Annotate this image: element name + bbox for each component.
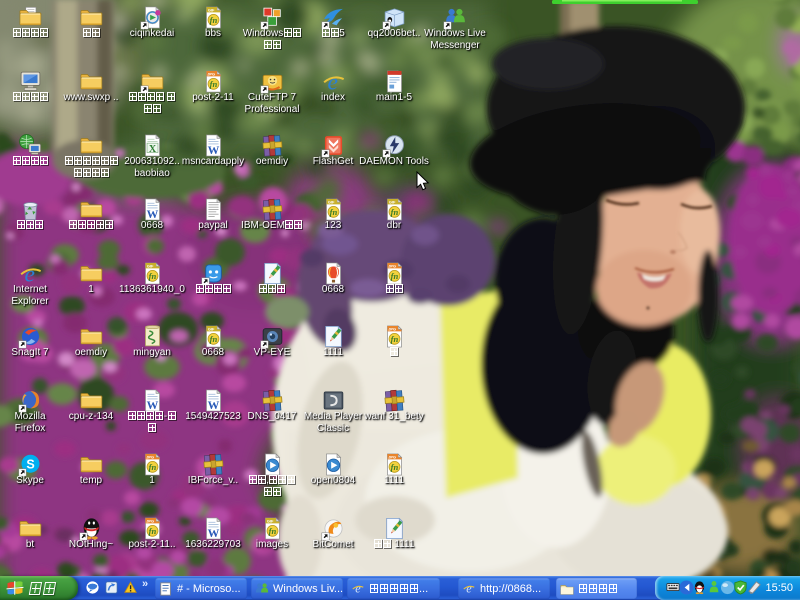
svg-text:GIF: GIF xyxy=(207,7,214,12)
svg-text:e: e xyxy=(24,261,34,286)
svg-text:GIF: GIF xyxy=(146,263,153,268)
svg-text:JPG: JPG xyxy=(146,454,154,459)
svg-text:GIF: GIF xyxy=(266,518,273,523)
svg-text:fn: fn xyxy=(148,526,156,536)
svg-text:fn: fn xyxy=(390,334,398,344)
svg-text:fn: fn xyxy=(268,526,276,536)
svg-text:GIF: GIF xyxy=(327,199,334,204)
svg-text:JPG: JPG xyxy=(207,71,215,76)
svg-text:e: e xyxy=(355,582,361,596)
svg-text:fn: fn xyxy=(209,79,217,89)
svg-text:fn: fn xyxy=(148,271,156,281)
svg-text:fn: fn xyxy=(148,462,156,472)
svg-text:S: S xyxy=(26,457,34,471)
svg-text:fn: fn xyxy=(329,207,337,217)
svg-text:fn: fn xyxy=(390,207,398,217)
svg-text:fn: fn xyxy=(209,334,217,344)
svg-text:fn: fn xyxy=(209,15,217,25)
svg-text:fn: fn xyxy=(390,271,398,281)
svg-text:GIF: GIF xyxy=(388,199,395,204)
svg-text:JPG: JPG xyxy=(388,454,396,459)
svg-text:GIF: GIF xyxy=(207,326,214,331)
svg-text:JPG: JPG xyxy=(388,263,396,268)
svg-text:fn: fn xyxy=(390,462,398,472)
svg-text:JPG: JPG xyxy=(388,326,396,331)
svg-text:e: e xyxy=(327,69,337,94)
svg-text:e: e xyxy=(466,582,472,596)
svg-text:JPG: JPG xyxy=(146,518,154,523)
svg-text:X: X xyxy=(148,144,156,155)
